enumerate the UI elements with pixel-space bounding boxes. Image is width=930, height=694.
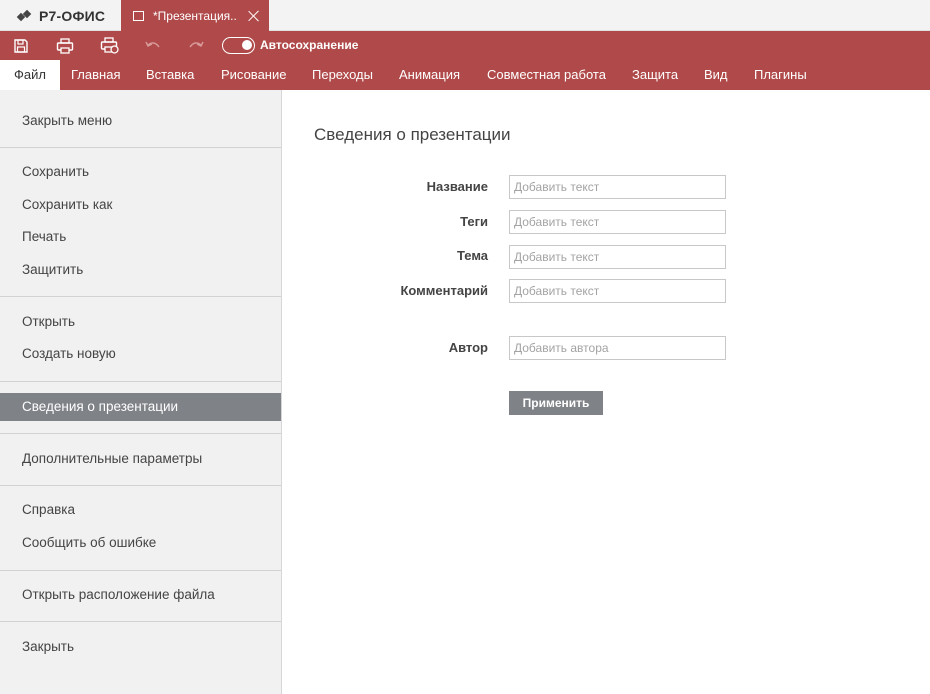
tab-draw[interactable]: Рисование [221,60,286,90]
sidebar-item-create-new[interactable]: Создать новую [0,340,281,368]
document-tab[interactable]: *Презентация... [121,0,269,31]
close-icon[interactable] [247,9,261,23]
sidebar-item-report-bug[interactable]: Сообщить об ошибке [0,529,281,557]
sidebar-item-print[interactable]: Печать [0,223,281,251]
save-icon[interactable] [11,36,31,55]
autosave-label: Автосохранение [260,38,359,52]
app-logo: Р7-ОФИС [16,7,106,25]
subject-field[interactable] [509,245,726,269]
tab-protection[interactable]: Защита [632,60,678,90]
tags-field[interactable] [509,210,726,234]
tab-plugins[interactable]: Плагины [754,60,807,90]
title-bar: Р7-ОФИС *Презентация... [0,0,930,31]
title-field[interactable] [509,175,726,199]
divider [0,381,281,382]
divider [0,570,281,571]
tab-home[interactable]: Главная [71,60,120,90]
sidebar-item-help[interactable]: Справка [0,496,281,524]
logo-icon [16,9,34,22]
sidebar-item-save[interactable]: Сохранить [0,158,281,186]
author-field[interactable] [509,336,726,360]
apply-button[interactable]: Применить [509,391,603,415]
sidebar-item-protect[interactable]: Защитить [0,256,281,284]
quick-access-toolbar: Автосохранение [0,31,930,60]
print-icon[interactable] [55,36,75,55]
tab-insert[interactable]: Вставка [146,60,194,90]
comment-field[interactable] [509,279,726,303]
menu-bar: Файл Главная Вставка Рисование Переходы … [0,60,930,90]
sidebar-item-presentation-info[interactable]: Сведения о презентации [0,393,281,421]
logo-text: Р7-ОФИС [39,8,106,24]
tags-label: Теги [460,214,488,229]
tab-transitions[interactable]: Переходы [312,60,373,90]
undo-icon[interactable] [143,36,163,55]
file-menu-sidebar: Закрыть меню Сохранить Сохранить как Печ… [0,90,282,694]
title-label: Название [426,179,488,194]
sidebar-item-save-as[interactable]: Сохранить как [0,191,281,219]
document-icon [133,10,144,21]
autosave-toggle[interactable] [222,37,255,54]
quick-print-icon[interactable] [99,36,119,55]
divider [0,433,281,434]
tab-collaboration[interactable]: Совместная работа [487,60,606,90]
sidebar-item-advanced-settings[interactable]: Дополнительные параметры [0,445,281,473]
tab-view[interactable]: Вид [704,60,728,90]
comment-label: Комментарий [400,283,488,298]
sidebar-item-close[interactable]: Закрыть [0,633,281,661]
divider [0,621,281,622]
redo-icon[interactable] [186,36,206,55]
document-tab-title: *Презентация... [153,8,238,23]
page-title: Сведения о презентации [314,125,511,144]
divider [0,296,281,297]
tab-file[interactable]: Файл [0,60,60,90]
sidebar-item-open[interactable]: Открыть [0,308,281,336]
subject-label: Тема [456,248,488,263]
sidebar-item-close-menu[interactable]: Закрыть меню [0,107,281,135]
sidebar-item-open-file-location[interactable]: Открыть расположение файла [0,581,281,609]
divider [0,485,281,486]
tab-animation[interactable]: Анимация [399,60,460,90]
author-label: Автор [448,340,488,355]
divider [0,147,281,148]
